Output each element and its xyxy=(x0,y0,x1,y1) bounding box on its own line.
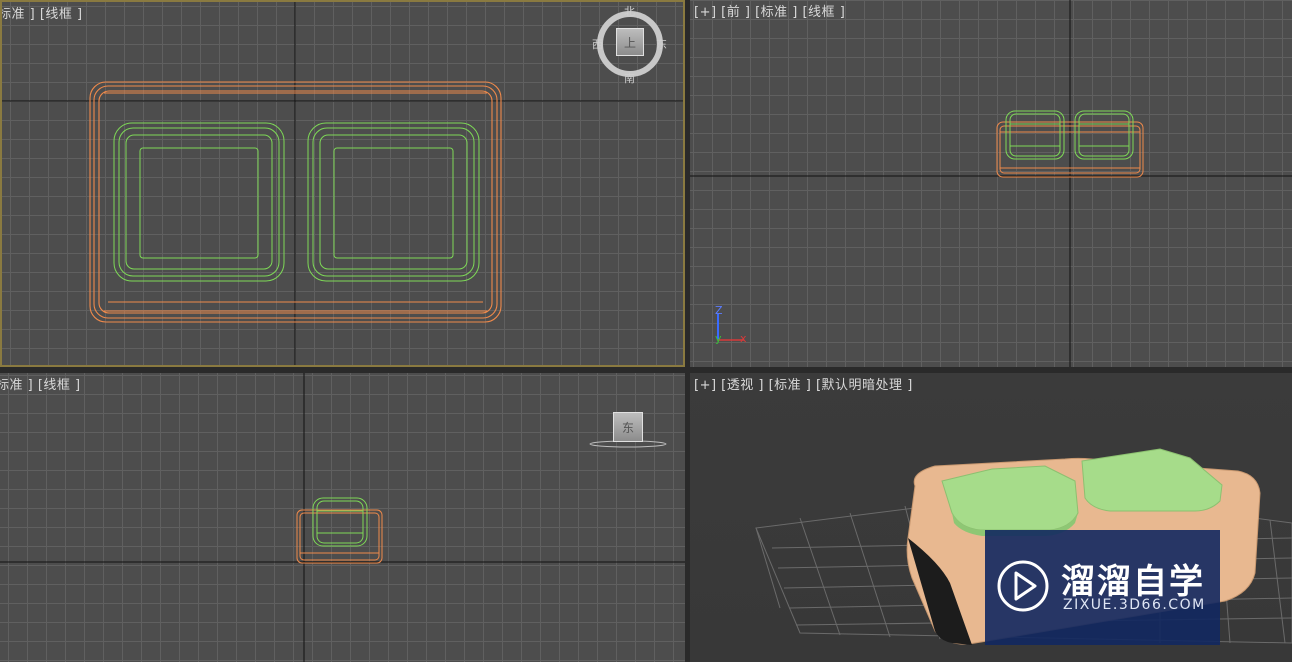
axis-y-label: y xyxy=(715,332,722,345)
viewport-label-front[interactable]: [+] [前 ] [标准 ] [线框 ] xyxy=(694,1,845,20)
watermark-title: 溜溜自学 xyxy=(1061,562,1205,602)
viewport-left[interactable]: 标准 ] [线框 ] 东 xyxy=(0,373,685,662)
compass-south[interactable]: 南 xyxy=(624,70,635,86)
watermark-banner: 溜溜自学 ZIXUE.3D66.COM xyxy=(985,530,1220,645)
cushion-right-wireframe xyxy=(307,122,480,282)
viewport-top[interactable]: 标准 ] [线框 ] 上 北 南 东 西 xyxy=(0,0,685,367)
watermark-url: ZIXUE.3D66.COM xyxy=(1063,597,1206,613)
cushion-left-wireframe xyxy=(1005,110,1065,160)
left-view-geometry xyxy=(0,373,685,662)
cushion-wireframe xyxy=(312,497,368,547)
viewport-label-perspective[interactable]: [+] [透视 ] [标准 ] [默认明暗处理 ] xyxy=(694,374,913,393)
front-view-geometry xyxy=(690,0,1292,367)
sofa-base-wireframe xyxy=(296,509,383,564)
axis-z-label: Z xyxy=(715,304,723,317)
play-logo-icon xyxy=(997,560,1049,612)
viewcube-face-top[interactable]: 上 xyxy=(616,28,644,56)
viewport-front[interactable]: [+] [前 ] [标准 ] [线框 ] Z y x xyxy=(690,0,1292,367)
viewport-label-left[interactable]: 标准 ] [线框 ] xyxy=(0,374,81,393)
top-view-geometry xyxy=(2,2,683,365)
cushion-right-wireframe xyxy=(1074,110,1134,160)
viewcube-top[interactable]: 上 北 南 东 西 xyxy=(592,5,670,86)
viewport-label-top[interactable]: 标准 ] [线框 ] xyxy=(2,3,83,22)
axis-x-label: x xyxy=(740,332,747,345)
compass-north[interactable]: 北 xyxy=(624,3,635,19)
cushion-left-wireframe xyxy=(113,122,285,282)
viewcube-face-left[interactable]: 东 xyxy=(613,412,643,442)
compass-east[interactable]: 东 xyxy=(656,36,667,52)
compass-west[interactable]: 西 xyxy=(592,36,603,52)
